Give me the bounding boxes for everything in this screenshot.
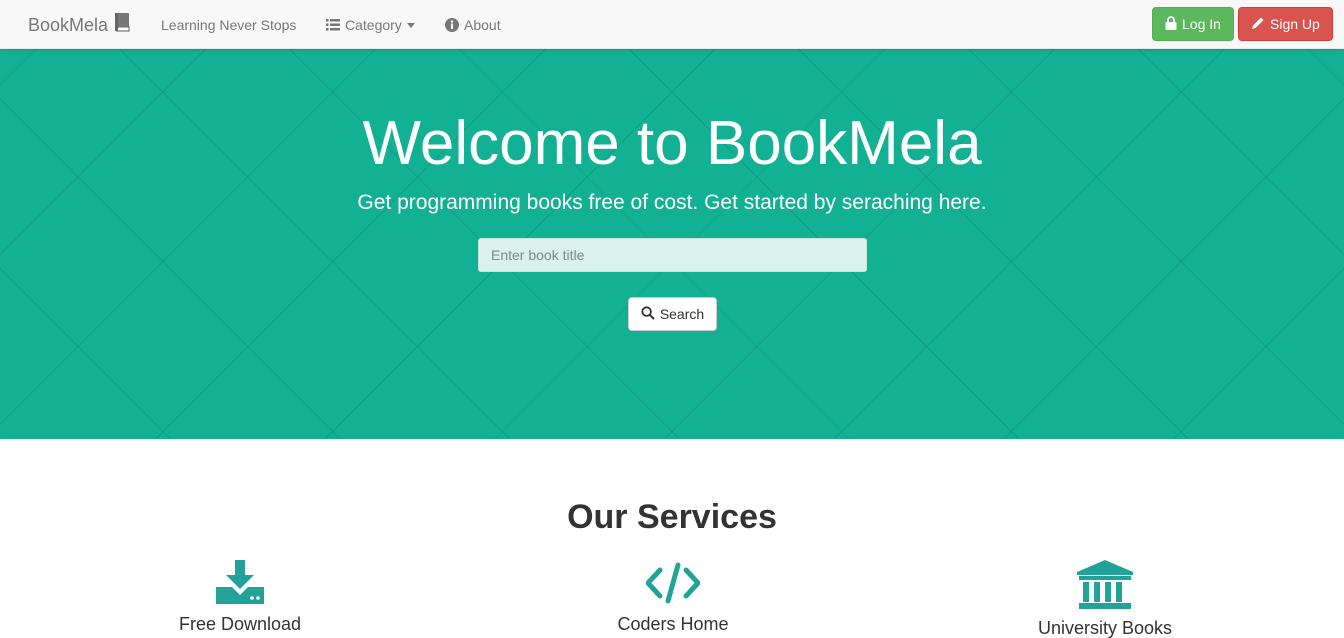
search-button[interactable]: Search (628, 297, 717, 331)
nav-category-label: Category (345, 17, 402, 33)
nav-category-dropdown[interactable]: Category (326, 15, 415, 35)
service-label: University Books (1037, 618, 1173, 638)
nav-about-label: About (464, 17, 501, 33)
navbar: BookMela Learning Never Stops Category A… (0, 0, 1344, 49)
brand-link[interactable]: BookMela (28, 12, 130, 38)
service-coders-home: Coders Home (573, 560, 773, 634)
service-free-download: Free Download (140, 560, 340, 634)
info-icon (445, 18, 459, 32)
hero-subtitle: Get programming books free of cost. Get … (357, 191, 987, 214)
search-label: Search (659, 306, 705, 322)
brand-name: BookMela (28, 14, 109, 35)
nav-about[interactable]: About (445, 15, 501, 35)
signup-label: Sign Up (1270, 16, 1320, 32)
service-label: Free Download (178, 614, 302, 634)
service-university-books: University Books (1005, 560, 1205, 638)
book-icon (114, 13, 130, 37)
login-label: Log In (1182, 16, 1221, 32)
pencil-icon (1251, 16, 1265, 33)
nav-learning-never-stops[interactable]: Learning Never Stops (161, 15, 296, 35)
nav-learning-label: Learning Never Stops (161, 17, 297, 33)
list-icon (326, 19, 340, 31)
service-label: Coders Home (617, 614, 729, 634)
search-icon (641, 305, 655, 323)
hero-banner: Welcome to BookMela Get programming book… (0, 49, 1344, 439)
hero-title: Welcome to BookMela (362, 109, 982, 178)
caret-down-icon (406, 22, 415, 28)
lock-icon (1165, 15, 1177, 33)
code-icon (573, 560, 773, 606)
login-button[interactable]: Log In (1152, 7, 1234, 41)
services-title: Our Services (567, 498, 777, 536)
download-icon (140, 560, 340, 606)
signup-button[interactable]: Sign Up (1238, 7, 1333, 41)
university-icon (1005, 560, 1205, 610)
book-search-input[interactable] (478, 238, 867, 272)
